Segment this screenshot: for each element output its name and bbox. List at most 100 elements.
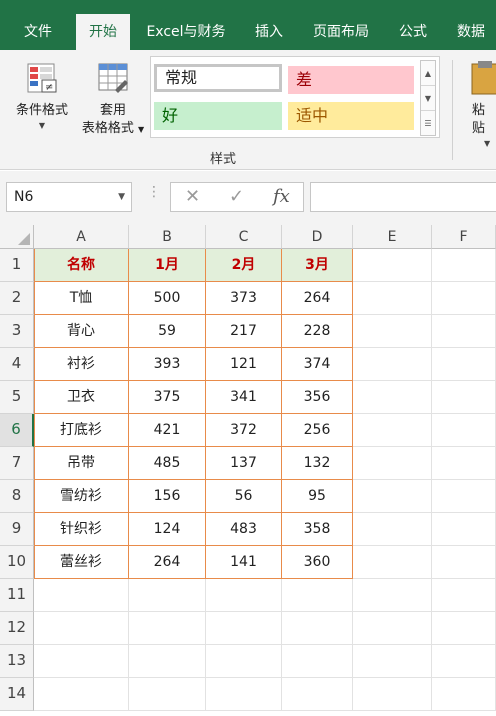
row-header-10[interactable]: 10 bbox=[0, 546, 34, 579]
table-cell[interactable] bbox=[282, 612, 353, 645]
table-cell[interactable] bbox=[432, 447, 496, 480]
scroll-up-icon[interactable]: ▲ bbox=[421, 61, 435, 86]
table-cell[interactable] bbox=[432, 513, 496, 546]
table-cell[interactable]: 雪纺衫 bbox=[34, 480, 129, 513]
table-cell[interactable] bbox=[353, 381, 432, 414]
row-header-4[interactable]: 4 bbox=[0, 348, 34, 381]
row-header-14[interactable]: 14 bbox=[0, 678, 34, 711]
table-cell[interactable] bbox=[206, 612, 282, 645]
table-cell[interactable]: 228 bbox=[282, 315, 353, 348]
paste-button[interactable]: 粘贴 ▼ bbox=[462, 60, 496, 150]
table-cell[interactable] bbox=[353, 348, 432, 381]
table-cell[interactable]: 356 bbox=[282, 381, 353, 414]
table-cell[interactable] bbox=[353, 414, 432, 447]
row-header-1[interactable]: 1 bbox=[0, 249, 34, 282]
table-cell[interactable] bbox=[353, 678, 432, 711]
table-cell[interactable] bbox=[353, 282, 432, 315]
row-header-12[interactable]: 12 bbox=[0, 612, 34, 645]
table-cell[interactable] bbox=[353, 546, 432, 579]
cancel-icon[interactable]: ✕ bbox=[185, 186, 200, 207]
table-cell[interactable]: 256 bbox=[282, 414, 353, 447]
gallery-scroll[interactable]: ▲ ▼ ☰ bbox=[420, 60, 436, 136]
style-neutral[interactable]: 适中 bbox=[288, 102, 414, 130]
table-cell[interactable]: 衬衫 bbox=[34, 348, 129, 381]
table-cell[interactable] bbox=[353, 249, 432, 282]
table-cell[interactable]: 393 bbox=[129, 348, 206, 381]
row-header-5[interactable]: 5 bbox=[0, 381, 34, 414]
table-header-cell[interactable]: 3月 bbox=[282, 249, 353, 282]
table-cell[interactable] bbox=[353, 513, 432, 546]
row-header-6[interactable]: 6 bbox=[0, 414, 34, 447]
table-cell[interactable]: 360 bbox=[282, 546, 353, 579]
column-header-d[interactable]: D bbox=[282, 225, 353, 249]
table-cell[interactable] bbox=[129, 579, 206, 612]
scroll-down-icon[interactable]: ▼ bbox=[421, 86, 435, 111]
table-cell[interactable] bbox=[282, 645, 353, 678]
row-header-7[interactable]: 7 bbox=[0, 447, 34, 480]
table-cell[interactable] bbox=[432, 612, 496, 645]
table-cell[interactable]: T恤 bbox=[34, 282, 129, 315]
tab-excel-finance[interactable]: Excel与财务 bbox=[138, 14, 234, 50]
table-cell[interactable]: 217 bbox=[206, 315, 282, 348]
row-header-13[interactable]: 13 bbox=[0, 645, 34, 678]
table-header-cell[interactable]: 2月 bbox=[206, 249, 282, 282]
tab-formulas[interactable]: 公式 bbox=[388, 14, 438, 50]
table-cell[interactable]: 156 bbox=[129, 480, 206, 513]
table-cell[interactable]: 374 bbox=[282, 348, 353, 381]
table-cell[interactable] bbox=[206, 579, 282, 612]
row-header-2[interactable]: 2 bbox=[0, 282, 34, 315]
table-cell[interactable] bbox=[34, 579, 129, 612]
column-header-a[interactable]: A bbox=[34, 225, 129, 249]
row-header-8[interactable]: 8 bbox=[0, 480, 34, 513]
row-header-9[interactable]: 9 bbox=[0, 513, 34, 546]
table-cell[interactable]: 95 bbox=[282, 480, 353, 513]
column-header-e[interactable]: E bbox=[353, 225, 432, 249]
table-cell[interactable] bbox=[432, 480, 496, 513]
table-cell[interactable] bbox=[129, 645, 206, 678]
conditional-formatting-button[interactable]: ≠ 条件格式 ▼ bbox=[8, 60, 76, 132]
table-cell[interactable] bbox=[206, 678, 282, 711]
table-cell[interactable] bbox=[353, 447, 432, 480]
table-cell[interactable]: 485 bbox=[129, 447, 206, 480]
table-cell[interactable]: 124 bbox=[129, 513, 206, 546]
table-cell[interactable]: 针织衫 bbox=[34, 513, 129, 546]
table-cell[interactable]: 264 bbox=[282, 282, 353, 315]
column-header-f[interactable]: F bbox=[432, 225, 496, 249]
table-header-cell[interactable]: 名称 bbox=[34, 249, 129, 282]
tab-page-layout[interactable]: 页面布局 bbox=[304, 14, 378, 50]
tab-data[interactable]: 数据 bbox=[446, 14, 496, 50]
table-cell[interactable]: 吊带 bbox=[34, 447, 129, 480]
style-good[interactable]: 好 bbox=[154, 102, 282, 130]
table-cell[interactable]: 59 bbox=[129, 315, 206, 348]
table-cell[interactable] bbox=[353, 645, 432, 678]
select-all-button[interactable] bbox=[0, 225, 34, 249]
column-header-b[interactable]: B bbox=[129, 225, 206, 249]
tab-insert[interactable]: 插入 bbox=[244, 14, 294, 50]
row-header-11[interactable]: 11 bbox=[0, 579, 34, 612]
table-cell[interactable] bbox=[432, 282, 496, 315]
table-cell[interactable]: 卫衣 bbox=[34, 381, 129, 414]
table-cell[interactable]: 500 bbox=[129, 282, 206, 315]
table-cell[interactable] bbox=[432, 348, 496, 381]
row-header-3[interactable]: 3 bbox=[0, 315, 34, 348]
table-cell[interactable]: 375 bbox=[129, 381, 206, 414]
table-cell[interactable]: 358 bbox=[282, 513, 353, 546]
table-cell[interactable] bbox=[353, 612, 432, 645]
table-cell[interactable]: 341 bbox=[206, 381, 282, 414]
table-cell[interactable] bbox=[432, 579, 496, 612]
table-cell[interactable] bbox=[353, 579, 432, 612]
gallery-more-icon[interactable]: ☰ bbox=[421, 111, 435, 136]
table-cell[interactable]: 背心 bbox=[34, 315, 129, 348]
tab-file[interactable]: 文件 bbox=[10, 14, 66, 50]
table-cell[interactable]: 421 bbox=[129, 414, 206, 447]
table-cell[interactable] bbox=[432, 315, 496, 348]
table-cell[interactable]: 264 bbox=[129, 546, 206, 579]
table-cell[interactable]: 373 bbox=[206, 282, 282, 315]
table-cell[interactable] bbox=[432, 678, 496, 711]
table-cell[interactable] bbox=[34, 612, 129, 645]
drag-handle-icon[interactable]: ⋮ bbox=[147, 185, 161, 199]
table-cell[interactable] bbox=[432, 546, 496, 579]
table-cell[interactable] bbox=[282, 678, 353, 711]
table-cell[interactable]: 蕾丝衫 bbox=[34, 546, 129, 579]
insert-function-icon[interactable]: fx bbox=[273, 186, 290, 207]
